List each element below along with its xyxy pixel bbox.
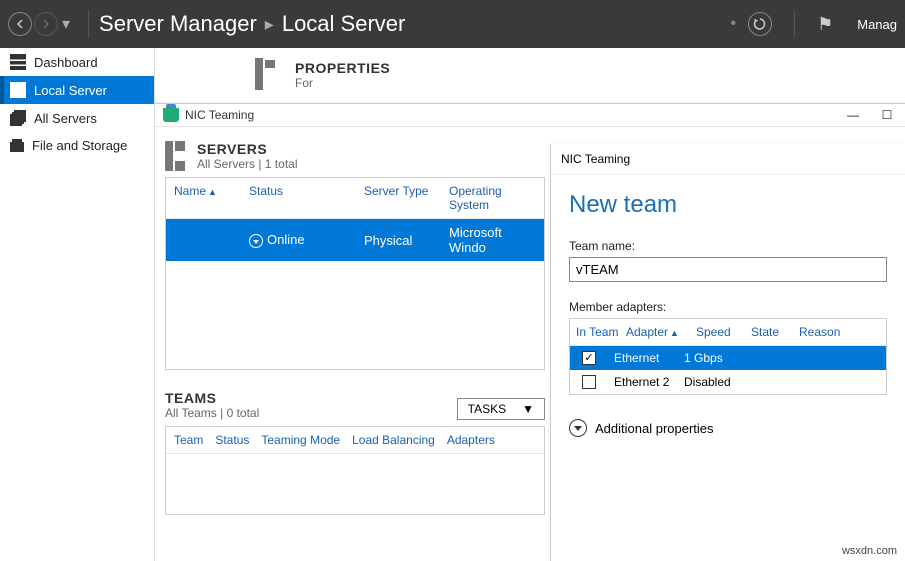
server-row[interactable]: Online Physical Microsoft Windo [166, 219, 544, 261]
minimize-button[interactable]: — [843, 108, 863, 122]
sidebar-item-label: File and Storage [32, 138, 127, 153]
bullet-icon: • [731, 15, 737, 33]
sidebar-item-label: Local Server [34, 83, 107, 98]
cell-adapter-speed: Disabled [684, 375, 754, 389]
breadcrumb-current[interactable]: Local Server [282, 11, 406, 37]
additional-properties-toggle[interactable]: Additional properties [569, 419, 887, 437]
properties-subtitle: For [295, 76, 390, 90]
nav-back-button[interactable] [8, 12, 32, 36]
dashboard-icon [10, 54, 26, 70]
breadcrumb-root[interactable]: Server Manager [99, 11, 257, 37]
properties-icon [255, 58, 275, 90]
sidebar-item-label: All Servers [34, 111, 97, 126]
col-server-type[interactable]: Server Type [364, 184, 449, 212]
window-title: NIC Teaming [185, 108, 254, 122]
sidebar-item-all-servers[interactable]: All Servers [0, 104, 154, 132]
col-reason[interactable]: Reason [799, 325, 880, 339]
nav-history-dropdown[interactable]: ▾ [62, 14, 70, 34]
col-in-team[interactable]: In Team [576, 325, 626, 339]
sidebar-item-file-storage[interactable]: File and Storage [0, 132, 154, 159]
properties-title: PROPERTIES [295, 60, 390, 76]
cell-status: Online [249, 232, 364, 249]
col-status[interactable]: Status [249, 184, 364, 212]
teams-subtitle: All Teams | 0 total [165, 406, 259, 420]
servers-section: SERVERS All Servers | 1 total Name▲ Stat… [165, 141, 545, 370]
divider [794, 10, 795, 38]
team-name-input[interactable] [569, 257, 887, 282]
header-actions: • ⚑ Manag [731, 10, 898, 38]
adapter-checkbox[interactable] [582, 375, 596, 389]
online-icon [249, 234, 263, 248]
cell-os: Microsoft Windo [449, 225, 536, 255]
cell-type: Physical [364, 233, 449, 248]
col-speed[interactable]: Speed [696, 325, 751, 339]
dialog-heading: New team [569, 191, 887, 219]
servers-table: Name▲ Status Server Type Operating Syste… [165, 177, 545, 370]
member-adapters-label: Member adapters: [569, 300, 887, 314]
refresh-button[interactable] [748, 12, 772, 36]
col-os[interactable]: Operating System [449, 184, 536, 212]
team-name-label: Team name: [569, 239, 887, 253]
flag-icon[interactable]: ⚑ [817, 14, 833, 35]
col-adapters[interactable]: Adapters [447, 433, 495, 447]
teams-title: TEAMS [165, 390, 259, 406]
teams-section: TEAMS All Teams | 0 total TASKS▼ Team St… [165, 390, 545, 515]
app-header: ▾ Server Manager ▸ Local Server • ⚑ Mana… [0, 0, 905, 48]
maximize-button[interactable]: ☐ [877, 108, 897, 122]
storage-icon [10, 142, 24, 152]
manage-menu[interactable]: Manag [857, 17, 897, 32]
new-team-dialog: NIC Teaming New team Team name: Member a… [550, 144, 905, 561]
tasks-dropdown[interactable]: TASKS▼ [457, 398, 545, 420]
servers-icon [10, 114, 22, 126]
col-adapter[interactable]: Adapter▲ [626, 325, 696, 339]
cell-adapter-name: Ethernet 2 [614, 375, 684, 389]
chevron-down-icon: ▼ [522, 402, 534, 416]
col-name[interactable]: Name▲ [174, 184, 249, 212]
window-titlebar: NIC Teaming — ☐ [155, 104, 905, 127]
properties-panel: PROPERTIES For [155, 48, 905, 103]
cell-adapter-speed: 1 Gbps [684, 351, 754, 365]
col-state[interactable]: State [751, 325, 799, 339]
sidebar-item-dashboard[interactable]: Dashboard [0, 48, 154, 76]
adapter-row[interactable]: Ethernet 1 Gbps [570, 346, 886, 370]
adapters-table: In Team Adapter▲ Speed State Reason Ethe… [569, 318, 887, 395]
servers-title: SERVERS [197, 141, 298, 157]
teams-table: Team Status Teaming Mode Load Balancing … [165, 426, 545, 515]
nav-forward-button[interactable] [34, 12, 58, 36]
servers-section-icon [165, 141, 187, 171]
col-teaming-mode[interactable]: Teaming Mode [261, 433, 340, 447]
server-icon [10, 82, 26, 98]
servers-subtitle: All Servers | 1 total [197, 157, 298, 171]
breadcrumb: Server Manager ▸ Local Server [99, 11, 730, 37]
watermark: wsxdn.com [842, 545, 897, 557]
sidebar-item-local-server[interactable]: Local Server [0, 76, 154, 104]
chevron-right-icon: ▸ [265, 14, 274, 35]
cell-adapter-name: Ethernet [614, 351, 684, 365]
divider [88, 10, 89, 38]
col-status[interactable]: Status [215, 433, 249, 447]
nic-teaming-icon [163, 108, 179, 122]
adapter-checkbox[interactable] [582, 351, 596, 365]
sidebar: Dashboard Local Server All Servers File … [0, 48, 155, 561]
nic-teaming-window: NIC Teaming — ☐ SERVERS All Servers | 1 … [155, 103, 905, 561]
sidebar-item-label: Dashboard [34, 55, 98, 70]
col-team[interactable]: Team [174, 433, 203, 447]
col-load-balancing[interactable]: Load Balancing [352, 433, 435, 447]
dialog-titlebar: NIC Teaming [551, 144, 905, 175]
adapter-row[interactable]: Ethernet 2 Disabled [570, 370, 886, 394]
expand-icon [569, 419, 587, 437]
